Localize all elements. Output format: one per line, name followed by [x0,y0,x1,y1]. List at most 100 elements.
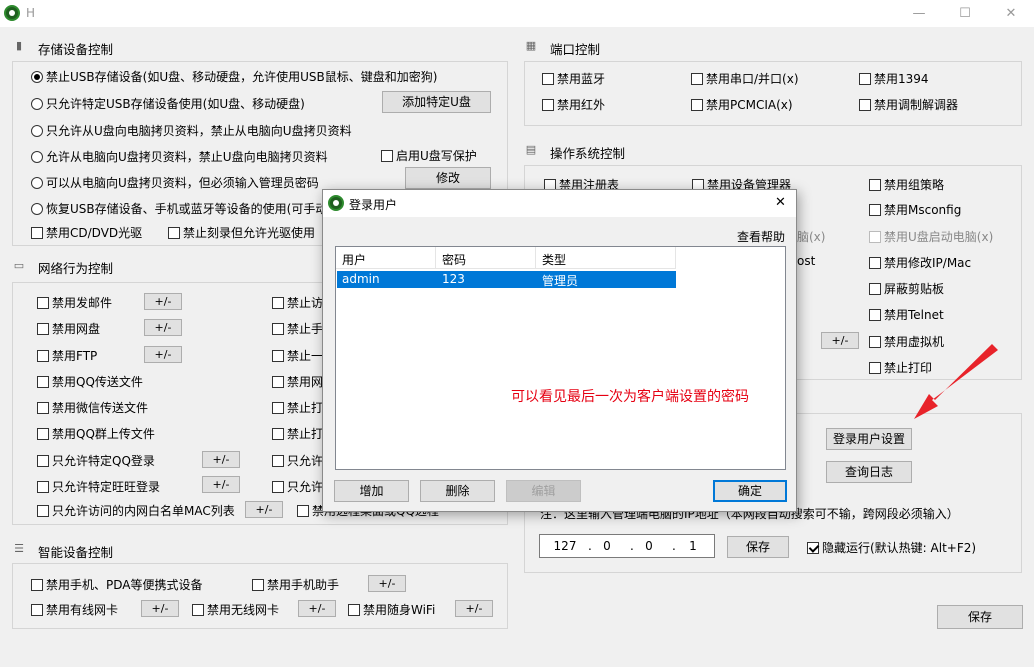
net-right-label: 只允许 [287,454,324,468]
net-right-item[interactable]: 只允许 [272,452,323,469]
plusminus-button[interactable]: +/- [455,600,493,617]
disable-print-checkbox[interactable]: 禁止打印 [869,359,932,376]
storage-option-1[interactable]: 禁止USB存储设备(如U盘、移动硬盘，允许使用USB鼠标、键盘和加密狗) [31,68,437,85]
maximize-icon[interactable]: ☐ [942,0,988,27]
disable-msconfig-label: 禁用Msconfig [884,203,962,217]
plusminus-button[interactable]: +/- [144,293,182,310]
annotation-text: 可以看见最后一次为客户端设置的密码 [511,389,749,405]
storage-option-4[interactable]: 允许从电脑向U盘拷贝资料，禁止U盘向电脑拷贝资料 [31,148,328,165]
table-row[interactable]: admin 123 管理员 [337,271,676,288]
query-log-button[interactable]: 查询日志 [826,461,912,483]
add-user-button[interactable]: 增加 [334,480,409,502]
hide-run-label: 隐藏运行(默认热键: Alt+F2) [822,541,977,555]
write-protect-checkbox[interactable]: 启用U盘写保护 [381,147,477,164]
plusminus-button[interactable]: +/- [144,346,182,363]
save-ip-button[interactable]: 保存 [727,536,789,558]
net-right-item[interactable]: 禁用网 [272,373,323,390]
storage-option-6[interactable]: 恢复USB存储设备、手机或蓝牙等设备的使用(可手动 [31,200,327,217]
disable-assistant-checkbox[interactable]: 禁用手机助手 [252,576,339,593]
net-right-item[interactable]: 禁止访 [272,294,323,311]
storage-section-title: 存储设备控制 [38,42,114,57]
delete-user-button[interactable]: 删除 [420,480,495,502]
net-item-label: 禁用微信传送文件 [52,401,149,415]
checkbox-icon [31,604,43,616]
disable-wifi-checkbox[interactable]: 禁用随身WiFi [348,601,435,618]
disable-bluetooth-checkbox[interactable]: 禁用蓝牙 [542,70,605,87]
net-item-wangwang[interactable]: 只允许特定旺旺登录 [37,478,160,495]
disable-wired-checkbox[interactable]: 禁用有线网卡 [31,601,118,618]
disable-gpedit-label: 禁用组策略 [884,178,945,192]
disable-pcmcia-checkbox[interactable]: 禁用PCMCIA(x) [691,96,793,113]
net-item-qq-file[interactable]: 禁用QQ传送文件 [37,373,143,390]
net-item-qq-login[interactable]: 只允许特定QQ登录 [37,452,155,469]
disable-vm-checkbox[interactable]: 禁用虚拟机 [869,333,944,350]
checkbox-icon [37,376,49,388]
plusminus-button[interactable]: +/- [202,451,240,468]
disable-phone-checkbox[interactable]: 禁用手机、PDA等便携式设备 [31,576,202,593]
disable-ipmac-checkbox[interactable]: 禁用修改IP/Mac [869,254,971,271]
hide-run-checkbox[interactable]: 隐藏运行(默认热键: Alt+F2) [807,539,976,556]
add-udisk-button[interactable]: 添加特定U盘 [382,91,491,113]
plusminus-button[interactable]: +/- [144,319,182,336]
login-users-dialog: 登录用户 ✕ 查看帮助 用户 密码 类型 admin 123 管理员 增加 删除… [322,189,797,512]
checkbox-icon [37,455,49,467]
modify-button[interactable]: 修改 [405,167,491,189]
disable-burn-checkbox[interactable]: 禁止刻录但允许光驱使用 [168,224,315,241]
storage-option-5-label: 可以从电脑向U盘拷贝资料，但必须输入管理员密码 [46,176,319,190]
disable-serial-label: 禁用串口/并口(x) [706,72,799,86]
ip-dot: . [672,539,676,553]
disable-modem-checkbox[interactable]: 禁用调制解调器 [859,96,958,113]
disable-cd-checkbox[interactable]: 禁用CD/DVD光驱 [31,224,142,241]
checkbox-icon [691,73,703,85]
server-ip-input[interactable]: 127 . 0 . 0 . 1 [539,534,715,558]
block-clipboard-checkbox[interactable]: 屏蔽剪贴板 [869,280,944,297]
net-item-qq-group[interactable]: 禁用QQ群上传文件 [37,425,155,442]
net-right-item[interactable]: 禁止手 [272,320,323,337]
storage-option-5[interactable]: 可以从电脑向U盘拷贝资料，但必须输入管理员密码 [31,174,319,191]
disable-wifi-label: 禁用随身WiFi [363,603,436,617]
disable-gpedit-checkbox[interactable]: 禁用组策略 [869,176,944,193]
plusminus-button[interactable]: +/- [202,476,240,493]
column-user[interactable]: 用户 [336,247,436,269]
plusminus-button[interactable]: +/- [821,332,859,349]
disable-infrared-label: 禁用红外 [557,98,606,112]
minimize-icon[interactable]: — [896,0,942,27]
storage-option-3[interactable]: 只允许从U盘向电脑拷贝资料，禁止从电脑向U盘拷贝资料 [31,122,352,139]
ok-button[interactable]: 确定 [713,480,787,502]
disable-msconfig-checkbox[interactable]: 禁用Msconfig [869,201,961,218]
login-settings-button[interactable]: 登录用户设置 [826,428,912,450]
checkbox-icon [272,350,284,362]
plusminus-button[interactable]: +/- [298,600,336,617]
plusminus-button[interactable]: +/- [368,575,406,592]
net-item-email[interactable]: 禁用发邮件 [37,294,112,311]
disable-infrared-checkbox[interactable]: 禁用红外 [542,96,605,113]
dialog-close-icon[interactable]: ✕ [775,195,786,210]
disable-serial-checkbox[interactable]: 禁用串口/并口(x) [691,70,799,87]
column-type[interactable]: 类型 [536,247,676,269]
net-item-mac-list[interactable]: 只允许访问的内网白名单MAC列表 [37,502,235,519]
checkbox-icon [869,283,881,295]
help-link[interactable]: 查看帮助 [737,228,785,245]
users-list[interactable]: 用户 密码 类型 admin 123 管理员 [335,246,786,470]
checkbox-icon [869,179,881,191]
net-right-item[interactable]: 禁止打 [272,425,323,442]
disable-1394-label: 禁用1394 [874,72,929,86]
disable-telnet-checkbox[interactable]: 禁用Telnet [869,306,944,323]
plusminus-button[interactable]: +/- [141,600,179,617]
net-right-item[interactable]: 禁止一 [272,347,323,364]
column-password[interactable]: 密码 [436,247,536,269]
disable-wireless-checkbox[interactable]: 禁用无线网卡 [192,601,279,618]
net-right-label: 禁止访 [287,296,324,310]
close-icon[interactable]: ✕ [988,0,1034,27]
disable-assistant-label: 禁用手机助手 [267,578,340,592]
disable-1394-checkbox[interactable]: 禁用1394 [859,70,929,87]
checkbox-icon [297,505,309,517]
plusminus-button[interactable]: +/- [245,501,283,518]
net-item-wechat-file[interactable]: 禁用微信传送文件 [37,399,148,416]
net-item-ftp[interactable]: 禁用FTP [37,347,97,364]
net-right-item[interactable]: 只允许 [272,478,323,495]
storage-option-2[interactable]: 只允许特定USB存储设备使用(如U盘、移动硬盘) [31,95,305,112]
net-item-netdisk[interactable]: 禁用网盘 [37,320,100,337]
save-button[interactable]: 保存 [937,605,1023,629]
net-right-item[interactable]: 禁止打 [272,399,323,416]
